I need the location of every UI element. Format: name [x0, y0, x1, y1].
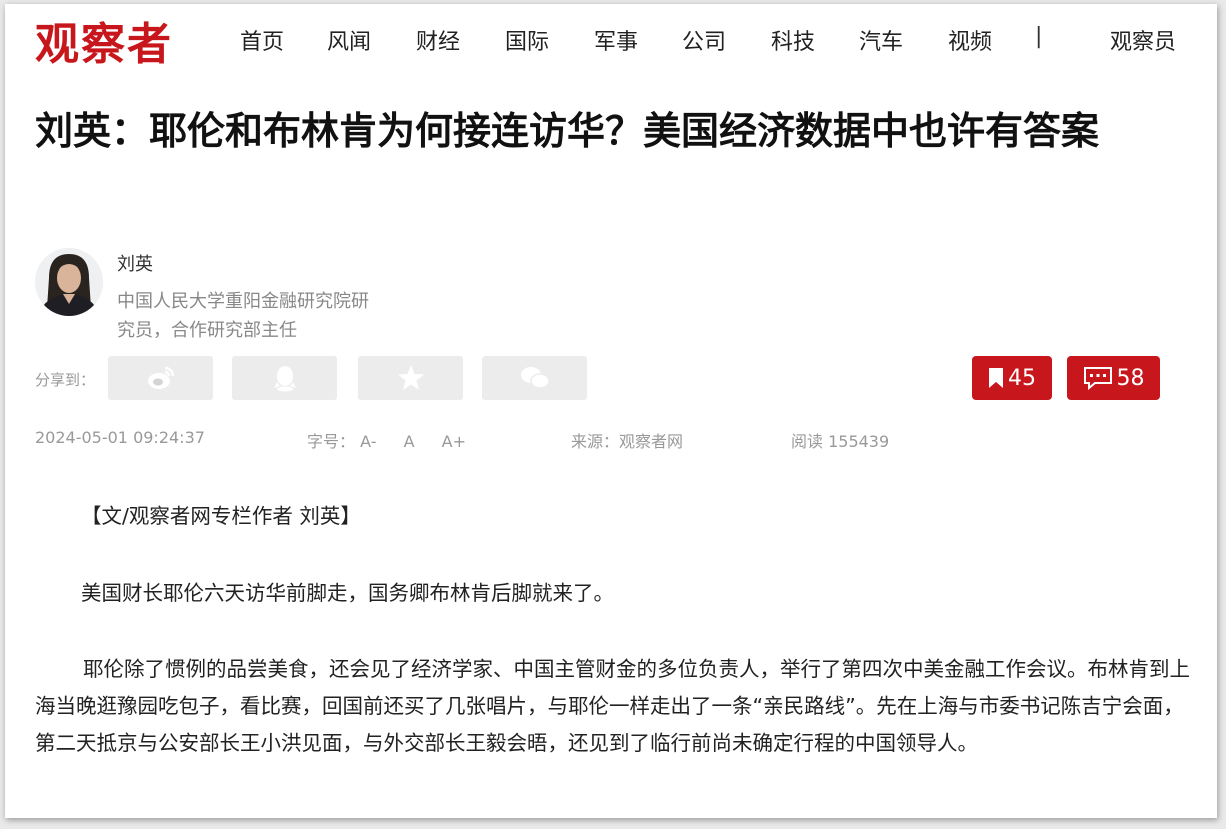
- bookmark-button[interactable]: 45: [972, 356, 1052, 400]
- nav-item-auto[interactable]: 汽车: [859, 24, 903, 56]
- share-label: 分享到：: [35, 371, 96, 389]
- article-source: 来源：观察者网: [571, 432, 684, 451]
- author-avatar[interactable]: [35, 248, 103, 316]
- author-name[interactable]: 刘英: [117, 250, 153, 276]
- qzone-icon: [397, 365, 424, 390]
- nav-item-company[interactable]: 公司: [682, 24, 726, 56]
- nav-item-observer[interactable]: 观察员: [1110, 24, 1176, 56]
- publish-datetime: 2024-05-01 09:24:37: [35, 428, 205, 447]
- bookmark-icon: [989, 368, 1003, 388]
- font-normal-button[interactable]: A: [404, 432, 415, 451]
- comment-icon: [1083, 367, 1112, 390]
- share-qzone-button[interactable]: [358, 356, 463, 400]
- wechat-icon: [520, 367, 550, 389]
- site-logo[interactable]: 观察者: [35, 8, 173, 72]
- font-small-button[interactable]: A-: [360, 432, 376, 451]
- comment-button[interactable]: 58: [1067, 356, 1160, 400]
- nav-item-home[interactable]: 首页: [240, 24, 284, 56]
- share-wechat-button[interactable]: [482, 356, 587, 400]
- comment-count: 58: [1116, 365, 1145, 391]
- body-paragraph-2: 耶伦除了惯例的品尝美食，还会见了经济学家、中国主管财金的多位负责人，举行了第四次…: [35, 657, 1190, 755]
- page-frame: 观察者 首页 风闻 财经 国际 军事 公司 科技 汽车 视频 | 观察员 刘英：…: [5, 4, 1217, 818]
- nav-item-military[interactable]: 军事: [594, 24, 638, 56]
- weibo-icon: [147, 366, 174, 389]
- font-large-button[interactable]: A+: [442, 432, 466, 451]
- share-weibo-button[interactable]: [108, 356, 213, 400]
- nav-item-fengwen[interactable]: 风闻: [327, 24, 371, 56]
- bookmark-count: 45: [1008, 365, 1036, 391]
- article-title: 刘英：耶伦和布林肯为何接连访华？美国经济数据中也许有答案: [35, 109, 1100, 153]
- font-size-label: 字号：: [307, 432, 356, 451]
- nav-separator: |: [1035, 24, 1043, 49]
- read-count: 阅读 155439: [791, 432, 890, 451]
- qq-icon: [273, 366, 296, 392]
- nav-item-finance[interactable]: 财经: [416, 24, 460, 56]
- nav-item-video[interactable]: 视频: [948, 24, 992, 56]
- nav-item-international[interactable]: 国际: [505, 24, 549, 56]
- nav-item-tech[interactable]: 科技: [771, 24, 815, 56]
- author-bio: 中国人民大学重阳金融研究院研究员，合作研究部主任: [117, 291, 369, 341]
- font-size-controls: 字号： A- A A+: [307, 428, 488, 452]
- byline-paragraph: 【文/观察者网专栏作者 刘英】: [81, 504, 361, 528]
- body-paragraph-1: 美国财长耶伦六天访华前脚走，国务卿布林肯后脚就来了。: [81, 581, 614, 605]
- share-qq-button[interactable]: [232, 356, 337, 400]
